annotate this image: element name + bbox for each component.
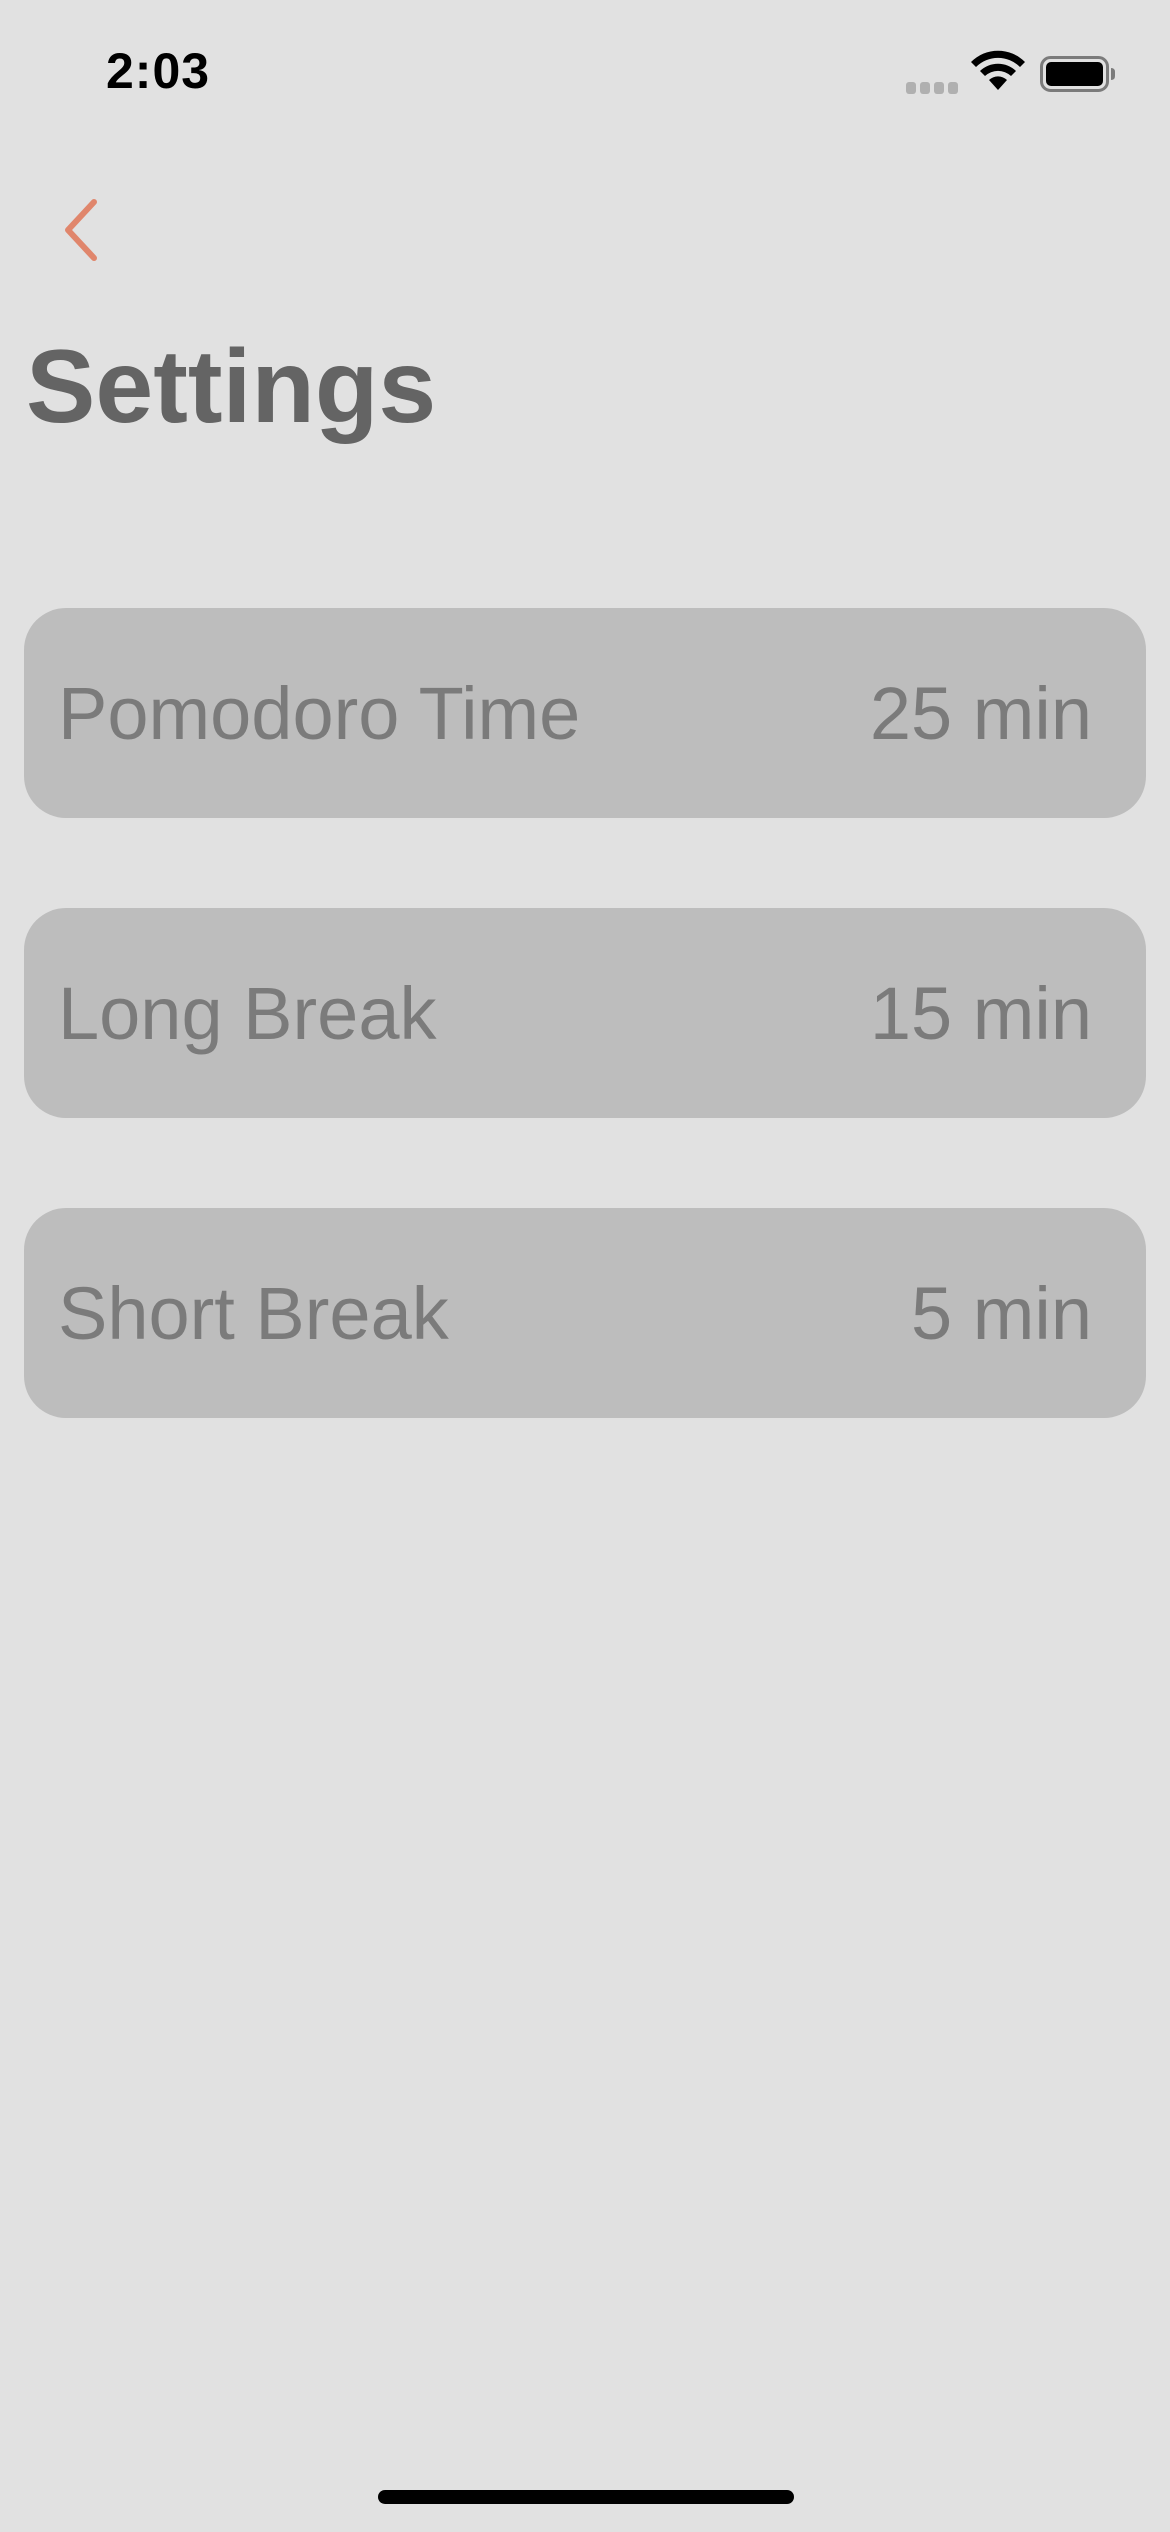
cellular-signal-icon	[906, 82, 958, 94]
home-indicator[interactable]	[378, 2490, 794, 2504]
page-title: Settings	[26, 329, 437, 445]
status-time: 2:03	[106, 43, 211, 99]
setting-row-short-break[interactable]: Short Break 5 min	[24, 1208, 1146, 1418]
wifi-icon	[971, 50, 1025, 90]
setting-label: Pomodoro Time	[58, 671, 581, 755]
setting-row-pomodoro-time[interactable]: Pomodoro Time 25 min	[24, 608, 1146, 818]
setting-value: 15 min	[869, 971, 1092, 1055]
setting-label: Short Break	[58, 1271, 449, 1355]
battery-icon	[1040, 56, 1115, 92]
setting-row-long-break[interactable]: Long Break 15 min	[24, 908, 1146, 1118]
chevron-left-icon	[65, 199, 97, 261]
back-button[interactable]	[30, 180, 130, 280]
status-bar: 2:03	[0, 0, 1170, 150]
setting-value: 25 min	[869, 671, 1092, 755]
setting-label: Long Break	[58, 971, 437, 1055]
setting-value: 5 min	[911, 1271, 1092, 1355]
settings-list: Pomodoro Time 25 min Long Break 15 min S…	[24, 608, 1146, 1508]
